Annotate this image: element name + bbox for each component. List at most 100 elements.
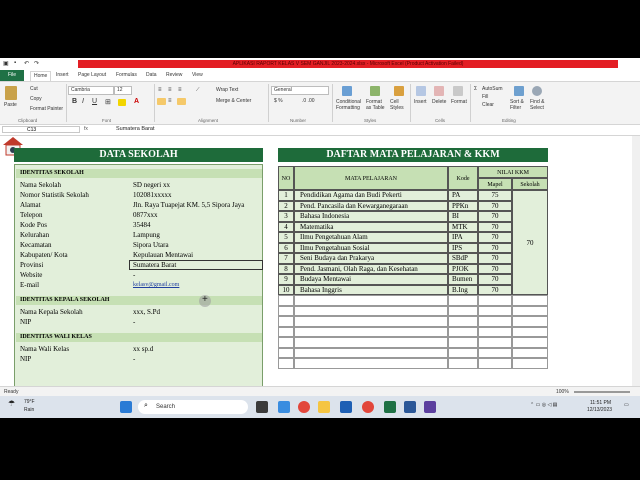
autosum-icon[interactable]: Σ xyxy=(474,86,477,92)
clear-button[interactable]: Clear xyxy=(482,102,494,108)
paste-icon[interactable] xyxy=(5,86,17,100)
empty-cell[interactable] xyxy=(512,337,548,348)
empty-cell[interactable] xyxy=(512,316,548,327)
format-painter-button[interactable]: Format Painter xyxy=(30,106,63,112)
field-value[interactable]: - xyxy=(133,317,135,327)
font-size-select[interactable]: 12 xyxy=(114,86,132,95)
tab-page-layout[interactable]: Page Layout xyxy=(78,71,106,80)
insert-cells-button[interactable]: Insert xyxy=(414,99,427,105)
mapel-kkm-cell[interactable]: 70 xyxy=(478,211,512,222)
table-row-selected[interactable]: Provinsi Sumatera Barat xyxy=(15,260,264,270)
bold-icon[interactable]: B xyxy=(72,98,77,105)
mapel-no-cell[interactable]: 9 xyxy=(278,274,294,285)
table-row[interactable]: Nomor Statistik Sekolah 102081xxxxx xyxy=(15,190,264,200)
mapel-kode-cell[interactable]: IPA xyxy=(448,232,478,243)
align-middle-icon[interactable]: ≡ xyxy=(168,87,172,93)
save-icon[interactable]: ▪ xyxy=(14,60,16,66)
borders-icon[interactable]: ⊞ xyxy=(105,98,111,106)
mapel-name-cell[interactable]: Bahasa Inggris xyxy=(294,284,448,295)
empty-cell[interactable] xyxy=(294,347,448,358)
undo-icon[interactable]: ↶ xyxy=(24,60,29,67)
field-value[interactable]: xxx, S.Pd xyxy=(133,307,160,317)
chrome-icon[interactable] xyxy=(298,401,310,413)
mapel-no-cell[interactable]: 6 xyxy=(278,242,294,253)
empty-cell[interactable] xyxy=(278,316,294,327)
mapel-name-cell[interactable]: Pend. Pancasila dan Kewarganegaraan xyxy=(294,200,448,211)
table-row[interactable]: Kabupaten/ Kota Kepulauan Mentawai xyxy=(15,250,264,260)
empty-cell[interactable] xyxy=(478,305,512,316)
table-row[interactable]: Alamat Jln. Raya Tuapejat KM. 5,5 Sipora … xyxy=(15,200,264,210)
table-row[interactable]: Website - xyxy=(15,270,264,280)
name-box[interactable]: C13 xyxy=(2,126,80,133)
search-box[interactable]: ⌕ Search xyxy=(138,400,248,414)
tab-home[interactable]: Home xyxy=(30,71,52,81)
mapel-no-cell[interactable]: 10 xyxy=(278,284,294,295)
empty-cell[interactable] xyxy=(278,326,294,337)
empty-cell[interactable] xyxy=(294,337,448,348)
mapel-name-cell[interactable]: Budaya Mentawai xyxy=(294,274,448,285)
empty-cell[interactable] xyxy=(294,316,448,327)
mapel-name-cell[interactable]: Pend. Jasmani, Olah Raga, dan Kesehatan xyxy=(294,263,448,274)
mapel-kode-cell[interactable]: PA xyxy=(448,190,478,201)
zoom-level[interactable]: 100% xyxy=(556,389,569,395)
mapel-kode-cell[interactable]: PPKn xyxy=(448,200,478,211)
empty-cell[interactable] xyxy=(478,326,512,337)
field-value[interactable]: Kepulauan Mentawai xyxy=(133,250,193,260)
mapel-no-cell[interactable]: 1 xyxy=(278,190,294,201)
orientation-icon[interactable]: ⟋ xyxy=(196,87,200,93)
mapel-name-cell[interactable]: Pendidikan Agama dan Budi Pekerti xyxy=(294,190,448,201)
table-row[interactable]: Nama Wali Kelas xx sp.d xyxy=(15,344,264,354)
empty-cell[interactable] xyxy=(278,337,294,348)
redo-icon[interactable]: ↷ xyxy=(34,60,39,67)
conditional-formatting-button[interactable]: Conditional Formatting xyxy=(336,99,364,111)
mapel-kode-cell[interactable]: B.Ing xyxy=(448,284,478,295)
empty-cell[interactable] xyxy=(294,305,448,316)
autosum-button[interactable]: AutoSum xyxy=(482,86,503,92)
field-value[interactable]: 102081xxxxx xyxy=(133,190,172,200)
empty-cell[interactable] xyxy=(512,326,548,337)
mapel-no-cell[interactable]: 7 xyxy=(278,253,294,264)
table-row[interactable]: Kode Pos 35484 xyxy=(15,220,264,230)
tab-file[interactable]: File xyxy=(0,70,24,81)
mapel-kode-cell[interactable]: PJOK xyxy=(448,263,478,274)
field-value[interactable]: SD negeri xx xyxy=(133,180,170,190)
email-link[interactable]: kelasv@gmail.com xyxy=(133,280,179,290)
align-center-icon[interactable]: ≡ xyxy=(168,98,172,104)
mapel-name-cell[interactable]: Matematika xyxy=(294,221,448,232)
file-explorer-icon[interactable] xyxy=(318,401,330,413)
empty-cell[interactable] xyxy=(294,295,448,306)
empty-cell[interactable] xyxy=(478,347,512,358)
mapel-name-cell[interactable]: Bahasa Indonesia xyxy=(294,211,448,222)
mapel-kode-cell[interactable]: IPS xyxy=(448,242,478,253)
table-row[interactable]: NIP - xyxy=(15,354,264,364)
decimal-icon[interactable]: .0 .00 xyxy=(302,98,315,104)
empty-cell[interactable] xyxy=(448,337,478,348)
delete-cells-button[interactable]: Delete xyxy=(432,99,446,105)
empty-cell[interactable] xyxy=(512,305,548,316)
mapel-no-cell[interactable]: 4 xyxy=(278,221,294,232)
currency-icon[interactable]: $ % xyxy=(274,98,283,104)
empty-cell[interactable] xyxy=(512,358,548,369)
field-value[interactable]: 0877xxx xyxy=(133,210,158,220)
mapel-kode-cell[interactable]: BI xyxy=(448,211,478,222)
empty-cell[interactable] xyxy=(448,358,478,369)
align-top-icon[interactable]: ≡ xyxy=(158,87,162,93)
tab-view[interactable]: View xyxy=(192,71,203,80)
empty-cell[interactable] xyxy=(278,347,294,358)
fill-color-icon[interactable] xyxy=(118,99,126,106)
table-row[interactable]: Nama Sekolah SD negeri xx xyxy=(15,180,264,190)
empty-cell[interactable] xyxy=(478,295,512,306)
empty-cell[interactable] xyxy=(478,337,512,348)
app-icon[interactable] xyxy=(424,401,436,413)
copy-button[interactable]: Copy xyxy=(30,96,42,102)
table-row[interactable]: NIP - xyxy=(15,317,264,327)
paste-button[interactable]: Paste xyxy=(4,102,17,108)
tab-insert[interactable]: Insert xyxy=(56,71,69,80)
insert-cells-icon[interactable] xyxy=(416,86,426,96)
table-row[interactable]: Kecamatan Sipora Utara xyxy=(15,240,264,250)
table-row[interactable]: Kelurahan Lampung xyxy=(15,230,264,240)
delete-cells-icon[interactable] xyxy=(434,86,444,96)
mapel-name-cell[interactable]: Ilmu Pengetahuan Alam xyxy=(294,232,448,243)
system-tray-icons[interactable]: ⌃ ▭ ◎ ◁ ▤ xyxy=(530,402,557,408)
number-format-select[interactable]: General xyxy=(271,86,329,95)
